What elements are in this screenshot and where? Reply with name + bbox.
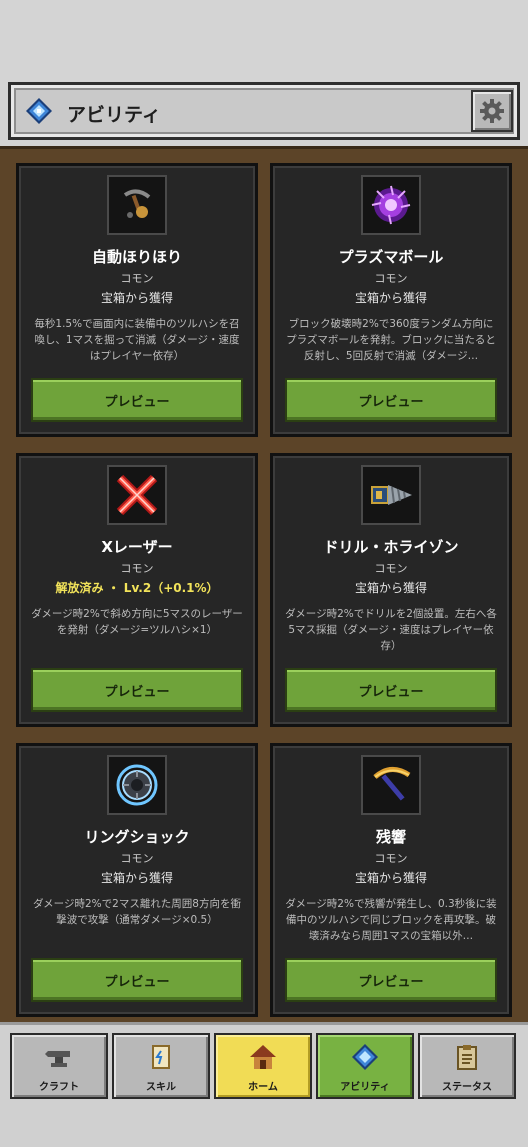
ability-rarity: コモン (120, 852, 154, 865)
clipboard-icon (457, 1045, 477, 1070)
ability-name: 自動ほりほり (91, 248, 182, 266)
nav-item-status[interactable]: ステータス (418, 1033, 516, 1099)
ability-icon-frame (361, 465, 421, 525)
ability-name: ドリル・ホライゾン (323, 538, 459, 556)
ability-description: ダメージ時2%でドリルを2個設置。左右へ各5マス採掘（ダメージ・速度はプレイヤー… (285, 608, 497, 652)
anvil-icon (45, 1051, 70, 1067)
ability-rarity: コモン (120, 562, 154, 575)
bottom-nav: クラフト スキル ホーム アビリティ ステータス (0, 1022, 528, 1147)
ability-description: ブロック破壊時2%で360度ランダム方向にプラズマボールを発射。ブロックに当たる… (286, 318, 496, 362)
ability-rarity: コモン (120, 272, 154, 285)
house-icon (250, 1045, 276, 1069)
ability-source: 宝箱から獲得 (100, 291, 173, 305)
ability-icon-frame (107, 465, 167, 525)
page-header: アビリティ (8, 82, 520, 140)
nav-label: ステータス (442, 1082, 492, 1093)
ability-description: ダメージ時2%で残響が発生し、0.3秒後に装備中のツルハシで同じブロックを再攻撃… (285, 898, 497, 942)
nav-item-craft[interactable]: クラフト (10, 1033, 108, 1099)
preview-button[interactable]: プレビュー (31, 668, 243, 712)
x-laser-icon (116, 474, 158, 516)
nav-label: アビリティ (340, 1082, 390, 1093)
nav-label: スキル (146, 1082, 176, 1093)
nav-item-home[interactable]: ホーム (214, 1033, 312, 1099)
ability-icon-frame (361, 175, 421, 235)
preview-button[interactable]: プレビュー (285, 378, 497, 422)
ability-description: 毎秒1.5%で画面内に装備中のツルハシを召喚し、1マスを掘って消滅（ダメージ・速… (34, 318, 240, 362)
preview-button[interactable]: プレビュー (31, 378, 243, 422)
ability-rarity: コモン (374, 562, 408, 575)
ability-source: 宝箱から獲得 (354, 871, 427, 885)
ability-rarity: コモン (374, 272, 408, 285)
ability-name: リングショック (84, 828, 190, 846)
plasma-ball-icon (371, 185, 411, 225)
drill-icon (371, 485, 412, 505)
preview-button[interactable]: プレビュー (31, 958, 243, 1002)
settings-button[interactable] (471, 90, 513, 132)
ability-card-drill-horizon: ドリル・ホライゾン コモン 宝箱から獲得 ダメージ時2%でドリルを2個設置。左右… (270, 453, 512, 727)
gem-icon (352, 1044, 378, 1070)
ability-icon-frame (107, 755, 167, 815)
gear-icon (480, 99, 504, 123)
ability-list: 自動ほりほり コモン 宝箱から獲得 毎秒1.5%で画面内に装備中のツルハシを召喚… (0, 146, 528, 1022)
ability-name: Xレーザー (101, 538, 173, 556)
scroll-icon (152, 1045, 170, 1069)
ability-card-x-laser: Xレーザー コモン 解放済み ・ Lv.2（+0.1%） ダメージ時2%で斜め方… (16, 453, 258, 727)
nav-label: クラフト (39, 1082, 79, 1093)
nav-item-ability[interactable]: アビリティ (316, 1033, 414, 1099)
nav-label: ホーム (248, 1082, 278, 1093)
ability-card-ring-shock: リングショック コモン 宝箱から獲得 ダメージ時2%で2マス離れた周囲8方向を衝… (16, 743, 258, 1017)
nav-item-skill[interactable]: スキル (112, 1033, 210, 1099)
ring-shock-icon (116, 764, 158, 806)
unlock-status: 解放済み ・ Lv.2（+0.1%） (55, 581, 219, 595)
ability-source: 宝箱から獲得 (354, 291, 427, 305)
ability-card-auto-dig: 自動ほりほり コモン 宝箱から獲得 毎秒1.5%で画面内に装備中のツルハシを召喚… (16, 163, 258, 437)
ability-name: 残響 (375, 828, 406, 846)
ability-source: 宝箱から獲得 (354, 581, 427, 595)
ability-source: 宝箱から獲得 (100, 871, 173, 885)
ability-card-plasma-ball: プラズマボール コモン 宝箱から獲得 ブロック破壊時2%で360度ランダム方向に… (270, 163, 512, 437)
page-title: アビリティ (67, 104, 161, 126)
pickaxe-icon (373, 767, 411, 801)
ability-icon-frame (107, 175, 167, 235)
ability-icon-frame (361, 755, 421, 815)
ability-rarity: コモン (374, 852, 408, 865)
preview-button[interactable]: プレビュー (285, 958, 497, 1002)
ability-description: ダメージ時2%で斜め方向に5マスのレーザーを発射（ダメージ=ツルハシ×1） (31, 608, 243, 636)
ability-card-echo: 残響 コモン 宝箱から獲得 ダメージ時2%で残響が発生し、0.3秒後に装備中のツ… (270, 743, 512, 1017)
preview-button[interactable]: プレビュー (285, 668, 497, 712)
ability-name: プラズマボール (338, 248, 444, 266)
gem-icon (26, 98, 52, 124)
ability-description: ダメージ時2%で2マス離れた周囲8方向を衝撃波で攻撃（通常ダメージ×0.5） (33, 898, 241, 926)
auto-dig-icon (123, 189, 151, 218)
